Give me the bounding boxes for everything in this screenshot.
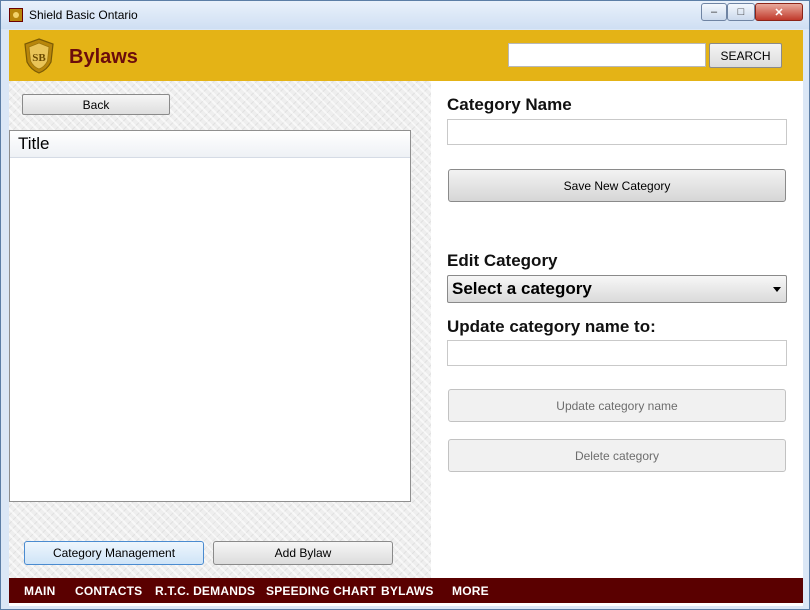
category-name-label: Category Name [447,95,572,114]
search-input[interactable] [508,43,706,67]
edit-category-label: Edit Category [447,251,558,270]
left-panel: Back Title Category Management Add Bylaw [9,81,431,578]
nav-item-contacts[interactable]: CONTACTS [75,584,142,598]
dropdown-arrow-icon [773,287,781,292]
add-bylaw-button[interactable]: Add Bylaw [213,541,393,565]
delete-category-button[interactable]: Delete category [448,439,786,472]
minimize-icon: – [710,6,718,18]
title-bar[interactable]: Shield Basic Ontario – □ ✕ [1,1,809,29]
bottom-nav: MAIN CONTACTS R.T.C. DEMANDS SPEEDING CH… [9,578,803,603]
maximize-button[interactable]: □ [727,3,755,21]
list-column-header-title[interactable]: Title [10,131,410,158]
nav-item-rtc-demands[interactable]: R.T.C. DEMANDS [155,584,255,598]
close-icon: ✕ [774,6,784,19]
category-select-value: Select a category [452,279,592,298]
category-select[interactable]: Select a category [447,275,787,303]
nav-item-main[interactable]: MAIN [24,584,55,598]
category-name-field[interactable] [447,119,787,145]
window-title: Shield Basic Ontario [29,8,138,22]
nav-item-speeding-chart[interactable]: SPEEDING CHART [266,584,376,598]
nav-item-more[interactable]: MORE [452,584,489,598]
category-management-button[interactable]: Category Management [24,541,204,565]
app-window: Shield Basic Ontario – □ ✕ SB Bylaws SEA… [0,0,810,610]
update-name-label: Update category name to: [447,317,656,336]
maximize-icon: □ [737,6,745,18]
back-button[interactable]: Back [22,94,170,115]
shield-logo-icon: SB [24,38,54,74]
nav-item-bylaws[interactable]: BYLAWS [381,584,434,598]
app-shield-icon [9,8,23,22]
header-bar: SB Bylaws SEARCH [9,30,803,81]
update-name-field[interactable] [447,340,787,366]
right-panel: Category Name Save New Category Edit Cat… [431,81,803,578]
update-category-name-button[interactable]: Update category name [448,389,786,422]
search-button[interactable]: SEARCH [709,43,782,68]
close-button[interactable]: ✕ [755,3,803,21]
page-title: Bylaws [69,46,138,68]
save-new-category-button[interactable]: Save New Category [448,169,786,202]
bylaw-list[interactable]: Title [9,130,411,502]
client-area: SB Bylaws SEARCH Back Title Category Man… [9,30,803,606]
minimize-button[interactable]: – [701,3,727,21]
logo-text: SB [32,52,46,64]
